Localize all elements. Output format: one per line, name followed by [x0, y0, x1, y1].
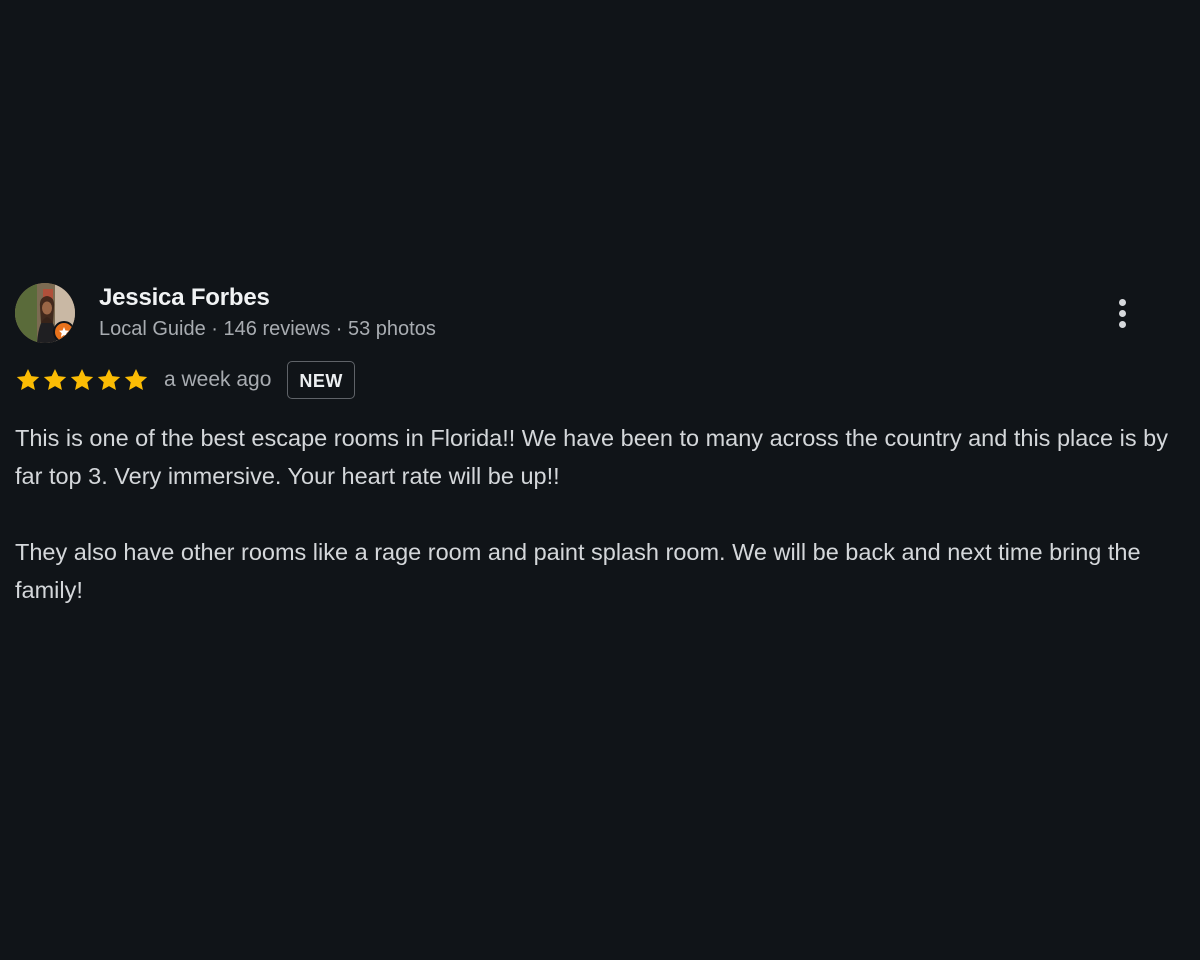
- review-card: Jessica Forbes Local Guide · 146 reviews…: [15, 283, 1185, 609]
- avatar[interactable]: [15, 283, 75, 343]
- star-icon: [124, 368, 148, 390]
- star-icon: [16, 368, 40, 390]
- review-paragraph: This is one of the best escape rooms in …: [15, 425, 1168, 489]
- star-icon: [70, 368, 94, 390]
- new-badge: NEW: [287, 361, 355, 399]
- review-header: Jessica Forbes Local Guide · 146 reviews…: [15, 283, 1185, 345]
- local-guide-star-icon: [53, 321, 75, 343]
- review-paragraph: They also have other rooms like a rage r…: [15, 539, 1141, 603]
- review-text: This is one of the best escape rooms in …: [15, 419, 1185, 609]
- rating-row: a week ago NEW: [15, 359, 1185, 401]
- review-time: a week ago: [164, 368, 272, 391]
- star-icon: [43, 368, 67, 390]
- author-name[interactable]: Jessica Forbes: [99, 284, 270, 312]
- star-rating: [15, 367, 149, 393]
- star-icon: [97, 368, 121, 390]
- author-meta: Local Guide · 146 reviews · 53 photos: [99, 318, 436, 340]
- more-vert-icon[interactable]: [1111, 293, 1133, 333]
